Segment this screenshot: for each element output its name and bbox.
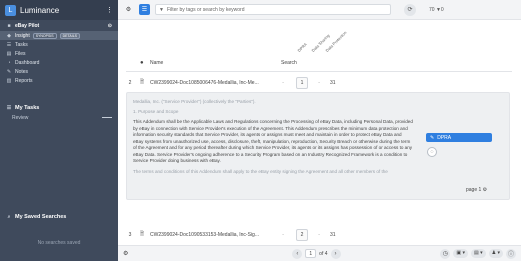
- filter-icon: ▼: [159, 6, 164, 13]
- sidebar-item-tasks[interactable]: ☰ Tasks: [0, 40, 118, 49]
- row-index: 3: [128, 232, 132, 238]
- user-button[interactable]: ♟ ▾: [488, 248, 503, 258]
- row-count[interactable]: 2: [296, 229, 309, 241]
- row-name[interactable]: CW2399024-Doc1090533153-Medallia, Inc-Si…: [150, 232, 270, 238]
- page-number-input[interactable]: 1: [305, 249, 317, 258]
- prev-page-button[interactable]: ‹: [292, 248, 303, 259]
- document-icon: 🗎: [140, 79, 145, 85]
- refresh-button[interactable]: ⟳: [404, 3, 416, 16]
- sidebar-item-notes[interactable]: ✎ Notes: [0, 67, 118, 76]
- insight-label: Insight: [15, 32, 30, 39]
- column-name[interactable]: Name: [150, 60, 163, 66]
- files-icon: ▤: [6, 50, 12, 57]
- row-search-dash: -: [282, 80, 284, 86]
- sidebar-item-insight[interactable]: ◆ Insight SYNOPSIS DETAILS: [0, 31, 118, 40]
- details-tag[interactable]: DETAILS: [59, 32, 80, 39]
- pagination: ‹ 1 of 4 ›: [292, 248, 341, 259]
- review-label: Review: [12, 114, 29, 121]
- dashboard-icon: ◔: [7, 59, 11, 66]
- column-header: ● Name Search: [126, 55, 512, 72]
- settings-icon[interactable]: ⚙: [123, 4, 134, 15]
- table-row[interactable]: 2 🗎 CW2399024-Doc1085006476-Medallia, In…: [126, 76, 512, 90]
- sidebar-header: L Luminance ⋮: [0, 0, 118, 20]
- sidebar-item-dashboard[interactable]: ◔ Dashboard: [0, 58, 118, 67]
- sidebar: L Luminance ⋮ ■ eBay Pilot ⊙ ◆ Insight S…: [0, 0, 118, 261]
- synopsis-tag[interactable]: SYNOPSIS: [32, 32, 57, 39]
- row-search-dash: -: [282, 232, 284, 238]
- clock-icon[interactable]: ◷: [440, 248, 451, 259]
- doc-tail: The terms and conditions of this Addendu…: [133, 168, 388, 174]
- project-row[interactable]: ■ eBay Pilot ⊙: [0, 20, 118, 31]
- sidebar-item-label: Tasks: [15, 41, 28, 48]
- bottom-actions: ◷ ▣ ▾ ▤ ▾ ♟ ▾ ⓘ: [440, 248, 516, 259]
- page-total: of 4: [319, 250, 328, 257]
- review-progress: [102, 117, 112, 118]
- insight-icon: ◆: [7, 32, 11, 39]
- app-name: Luminance: [20, 5, 60, 15]
- bottom-toolbar: ⚙ ‹ 1 of 4 › ◷ ▣ ▾ ▤ ▾ ♟ ▾ ⓘ: [118, 245, 521, 261]
- comment-icon[interactable]: ◌: [427, 147, 437, 157]
- filter-placeholder: Filter by tags or search by keyword: [166, 6, 245, 13]
- doc-line-2: 1. Purpose and Scope: [133, 108, 179, 114]
- search-icon: ⌕: [7, 214, 11, 220]
- document-preview: Medallia, Inc. ("Service Provider") (col…: [126, 92, 510, 200]
- notes-icon: ✎: [6, 68, 12, 75]
- row-count[interactable]: 1: [296, 77, 309, 89]
- review-task[interactable]: Review: [0, 113, 118, 122]
- column-dpra[interactable]: DPRA: [296, 42, 307, 53]
- tasks-list-icon: ☰: [6, 105, 12, 111]
- document-icon: 🗎: [140, 231, 145, 237]
- row-value: 31: [330, 232, 336, 238]
- project-name: eBay Pilot: [15, 22, 40, 29]
- reports-icon: ▥: [6, 77, 12, 84]
- filter-input[interactable]: ▼ Filter by tags or search by keyword: [155, 4, 391, 15]
- row-index: 2: [128, 80, 132, 86]
- layout-button[interactable]: ▤ ▾: [470, 248, 486, 258]
- list-view-button[interactable]: ☰: [139, 4, 150, 15]
- status-counts: 70 ▼0: [429, 6, 444, 13]
- row-name[interactable]: CW2399024-Doc1085006476-Medallia, Inc-Me…: [150, 80, 270, 86]
- dpra-label: DPRA: [437, 134, 452, 141]
- main-area: ⚙ ☰ ▼ Filter by tags or search by keywor…: [118, 0, 521, 261]
- column-search[interactable]: Search: [281, 60, 297, 66]
- saved-searches-header[interactable]: ⌕ My Saved Searches: [0, 212, 118, 222]
- more-menu-icon[interactable]: ⋮: [106, 6, 113, 14]
- dpra-tag-button[interactable]: ✎ DPRA: [426, 133, 492, 142]
- doc-body: This Addendum shall be the Applicable La…: [133, 119, 413, 163]
- row-dash: -: [318, 232, 320, 238]
- view-toggle-button[interactable]: ▣ ▾: [453, 248, 468, 258]
- folder-icon: ■: [7, 22, 11, 29]
- project-settings-icon[interactable]: ⊙: [108, 23, 112, 29]
- settings-icon[interactable]: ⚙: [123, 250, 128, 257]
- luminance-logo-icon: L: [5, 4, 16, 16]
- sidebar-item-label: Files: [15, 50, 26, 57]
- tag-icon: ✎: [430, 134, 435, 141]
- info-icon[interactable]: ⓘ: [506, 248, 516, 259]
- my-tasks-header[interactable]: ☰ My Tasks: [0, 103, 118, 113]
- table-row[interactable]: 3 🗎 CW2399024-Doc1090533153-Medallia, In…: [126, 228, 512, 242]
- next-page-button[interactable]: ›: [330, 248, 341, 259]
- sidebar-item-label: Dashboard: [15, 59, 40, 66]
- no-searches-text: No searches saved: [37, 240, 81, 246]
- sidebar-item-label: Notes: [15, 68, 29, 75]
- my-tasks-label: My Tasks: [15, 105, 40, 111]
- settings-dot-icon[interactable]: ●: [140, 60, 144, 66]
- row-value: 31: [330, 80, 336, 86]
- sidebar-item-reports[interactable]: ▥ Reports: [0, 76, 118, 85]
- sidebar-item-files[interactable]: ▤ Files: [0, 49, 118, 58]
- row-dash: -: [318, 80, 320, 86]
- top-toolbar: ⚙ ☰ ▼ Filter by tags or search by keywor…: [118, 0, 521, 20]
- document-text: Medallia, Inc. ("Service Provider") (col…: [133, 99, 413, 175]
- sidebar-item-label: Reports: [15, 77, 33, 84]
- doc-line-1: Medallia, Inc. ("Service Provider") (col…: [133, 99, 256, 104]
- page-indicator: page 1 ⚙: [466, 187, 488, 193]
- saved-searches-label: My Saved Searches: [15, 214, 67, 220]
- tasks-icon: ☰: [6, 41, 12, 48]
